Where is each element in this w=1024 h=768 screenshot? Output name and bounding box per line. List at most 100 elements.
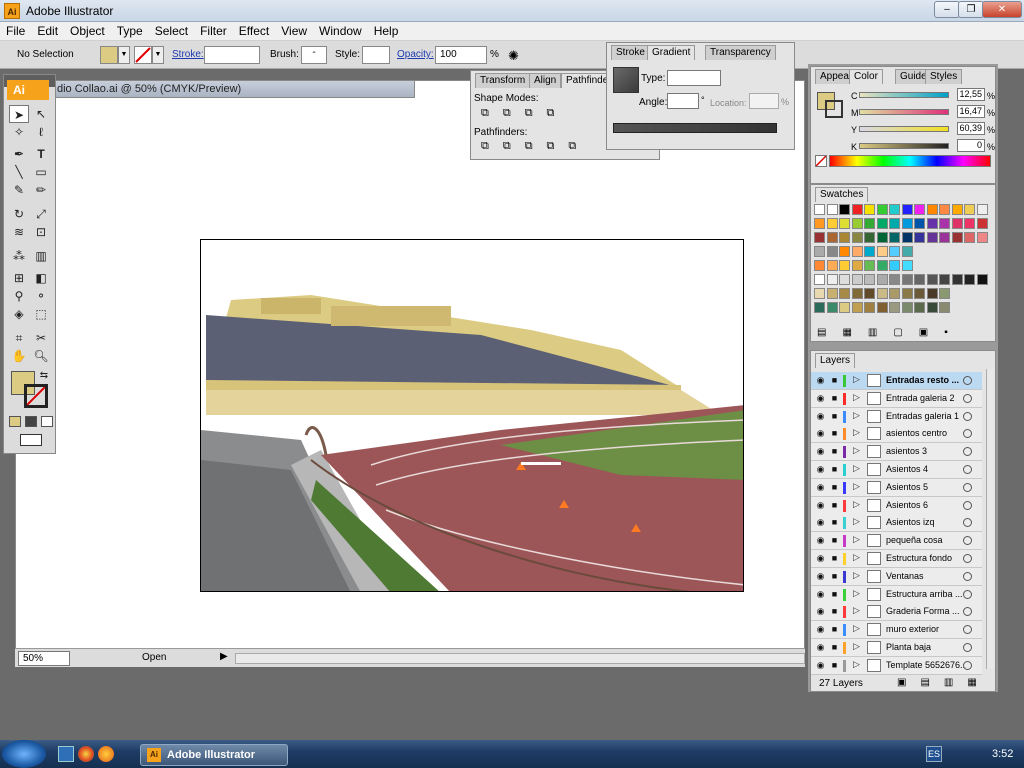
layer-row[interactable]: ◉ ■ ▷ Asientos 4 — [811, 461, 982, 479]
color-swatch[interactable] — [814, 260, 825, 271]
menu-view[interactable]: View — [275, 22, 313, 38]
visibility-eye-icon[interactable]: ◉ — [815, 606, 826, 617]
live-paint-bucket-tool-icon[interactable]: ◈ — [9, 305, 29, 323]
color-swatch[interactable] — [889, 204, 900, 215]
layer-name[interactable]: Ventanas — [886, 571, 966, 581]
opacity-field[interactable]: 100 — [435, 46, 487, 64]
lock-icon[interactable]: ■ — [829, 517, 840, 528]
layer-row[interactable]: ◉ ■ ▷ pequeña cosa — [811, 532, 982, 551]
fill-color-swatch[interactable] — [100, 46, 118, 64]
rectangle-tool-icon[interactable]: ▭ — [31, 163, 51, 181]
visibility-eye-icon[interactable]: ◉ — [815, 446, 826, 457]
color-swatch[interactable] — [864, 204, 875, 215]
expand-arrow-icon[interactable]: ▷ — [853, 392, 860, 403]
layer-name[interactable]: Asientos 5 — [886, 482, 966, 492]
screen-mode-icon[interactable] — [20, 434, 42, 446]
channel-m-slider[interactable] — [859, 109, 949, 115]
target-circle-icon[interactable] — [963, 482, 972, 492]
color-swatch[interactable] — [839, 288, 850, 299]
lasso-tool-icon[interactable]: ℓ — [31, 123, 51, 141]
color-swatch[interactable] — [926, 232, 938, 243]
color-swatch[interactable] — [926, 218, 938, 229]
target-circle-icon[interactable] — [963, 411, 972, 421]
color-swatch[interactable] — [914, 232, 925, 243]
scale-tool-icon[interactable]: ⤢ — [31, 205, 51, 223]
show-desktop-icon[interactable] — [58, 746, 74, 762]
color-swatch[interactable] — [889, 260, 900, 271]
color-swatch[interactable] — [901, 274, 913, 285]
color-swatch[interactable] — [814, 232, 825, 243]
color-swatch[interactable] — [864, 288, 875, 299]
lock-icon[interactable]: ■ — [829, 642, 840, 653]
angle-field[interactable] — [667, 93, 699, 109]
language-indicator[interactable]: ES — [926, 746, 942, 762]
hand-tool-icon[interactable]: ✋ — [9, 347, 29, 365]
expand-arrow-icon[interactable]: ▷ — [853, 481, 860, 492]
lock-icon[interactable]: ■ — [829, 446, 840, 457]
expand-arrow-icon[interactable]: ▷ — [853, 623, 860, 634]
lock-icon[interactable]: ■ — [829, 411, 840, 422]
color-swatch[interactable] — [889, 218, 900, 229]
layer-row[interactable]: ◉ ■ ▷ Asientos 5 — [811, 478, 982, 497]
none-color-icon[interactable] — [815, 155, 827, 167]
layer-name[interactable]: pequeña cosa — [886, 535, 966, 545]
color-swatch[interactable] — [976, 204, 988, 215]
channel-c-slider[interactable] — [859, 92, 949, 98]
tab-transform[interactable]: Transform — [475, 73, 531, 88]
mesh-tool-icon[interactable]: ⊞ — [9, 269, 29, 287]
swatch-grid[interactable] — [811, 201, 988, 325]
tab-align[interactable]: Align — [529, 73, 562, 88]
opacity-label[interactable]: Opacity: — [397, 49, 434, 60]
color-swatch[interactable] — [889, 246, 900, 257]
horizontal-scrollbar[interactable] — [235, 653, 805, 664]
layer-name[interactable]: Asientos 4 — [886, 464, 966, 474]
layer-name[interactable]: Asientos izq — [886, 517, 966, 527]
color-swatch[interactable] — [851, 232, 863, 243]
layer-name[interactable]: Planta baja — [886, 642, 966, 652]
lock-icon[interactable]: ■ — [829, 553, 840, 564]
color-swatch[interactable] — [826, 218, 838, 229]
target-circle-icon[interactable] — [963, 625, 972, 635]
blend-tool-icon[interactable]: ⚬ — [31, 287, 51, 305]
color-swatch[interactable] — [976, 218, 988, 229]
channel-k-slider[interactable] — [859, 143, 949, 149]
expand-arrow-icon[interactable]: ▷ — [853, 588, 860, 599]
layer-row[interactable]: ◉ ■ ▷ Template 5652676... — [811, 656, 982, 675]
line-tool-icon[interactable]: ╲ — [9, 163, 29, 181]
rotate-tool-icon[interactable]: ↻ — [9, 205, 29, 223]
visibility-eye-icon[interactable]: ◉ — [815, 624, 826, 635]
layer-row[interactable]: ◉ ■ ▷ Entrada galeria 2 — [811, 389, 982, 408]
color-swatch[interactable] — [976, 274, 988, 285]
channel-c-value[interactable]: 12,55 — [957, 88, 985, 101]
expand-arrow-icon[interactable]: ▷ — [853, 516, 860, 527]
color-swatch[interactable] — [814, 302, 825, 313]
layer-row[interactable]: ◉ ■ ▷ Entradas resto ... — [811, 372, 982, 390]
color-swatch[interactable] — [914, 218, 925, 229]
layers-scrollbar[interactable] — [986, 369, 995, 669]
menu-select[interactable]: Select — [149, 22, 194, 38]
color-swatch[interactable] — [914, 274, 925, 285]
stroke-dropdown-icon[interactable]: ▼ — [152, 46, 164, 64]
stroke-none-swatch[interactable] — [134, 46, 152, 64]
live-paint-selection-tool-icon[interactable]: ⬚ — [31, 305, 51, 323]
shape-mode-buttons[interactable]: ⧉⧉⧉⧉ — [481, 107, 568, 120]
color-swatch[interactable] — [914, 302, 925, 313]
visibility-eye-icon[interactable]: ◉ — [815, 642, 826, 653]
color-stroke-box[interactable] — [825, 100, 843, 118]
expand-arrow-icon[interactable]: ▷ — [853, 499, 860, 510]
gradient-tool-icon[interactable]: ◧ — [31, 269, 51, 287]
color-swatch[interactable] — [814, 218, 825, 229]
target-circle-icon[interactable] — [963, 447, 972, 457]
color-swatch[interactable] — [901, 218, 913, 229]
swap-fill-stroke-icon[interactable]: ⇆ — [34, 367, 54, 385]
expand-arrow-icon[interactable]: ▷ — [853, 552, 860, 563]
target-circle-icon[interactable] — [963, 500, 972, 510]
tab-gradient[interactable]: Gradient — [647, 45, 696, 60]
color-swatch[interactable] — [851, 260, 863, 271]
color-swatch[interactable] — [826, 288, 838, 299]
swatch-panel-buttons[interactable]: ▤▦▥▢▣▪ — [817, 327, 964, 338]
visibility-eye-icon[interactable]: ◉ — [815, 553, 826, 564]
color-swatch[interactable] — [864, 260, 875, 271]
color-swatch[interactable] — [826, 246, 838, 257]
lock-icon[interactable]: ■ — [829, 589, 840, 600]
